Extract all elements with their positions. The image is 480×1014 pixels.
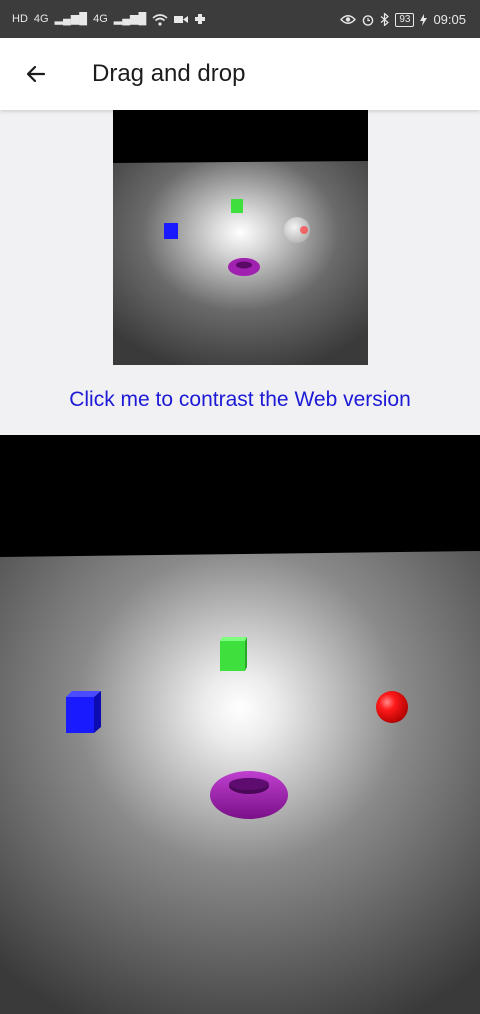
- hd-indicator: HD: [12, 13, 28, 25]
- app-bar: Drag and drop: [0, 38, 480, 110]
- preview-3d-canvas[interactable]: [113, 110, 368, 365]
- bluetooth-icon: [380, 13, 390, 26]
- preview-green-cube[interactable]: [231, 199, 243, 213]
- alarm-icon: [363, 14, 374, 26]
- main-3d-canvas[interactable]: [0, 435, 480, 1014]
- status-right: 93 09:05: [340, 12, 466, 27]
- signal-icon: ▂▄▆█: [54, 13, 88, 25]
- arrow-back-icon: [26, 65, 46, 83]
- green-cube[interactable]: [220, 637, 247, 671]
- status-bar: HD 4G ▂▄▆█ 4G ▂▄▆█ 93 09:05: [0, 0, 480, 38]
- puzzle-icon: [195, 14, 206, 24]
- charging-icon: [420, 13, 428, 26]
- blue-cube[interactable]: [66, 691, 101, 733]
- back-button[interactable]: [14, 52, 58, 96]
- contrast-web-version-link[interactable]: Click me to contrast the Web version: [0, 388, 480, 412]
- preview-blue-cube[interactable]: [164, 223, 178, 239]
- signal-icon-2: ▂▄▆█: [113, 13, 147, 25]
- status-left: HD 4G ▂▄▆█ 4G ▂▄▆█: [12, 12, 206, 26]
- network-type-indicator-2: 4G: [93, 13, 108, 25]
- battery-level: 93: [395, 12, 415, 27]
- eye-icon: [340, 15, 357, 24]
- red-sphere[interactable]: [376, 691, 408, 723]
- wifi-icon: [152, 13, 168, 26]
- clock: 09:05: [433, 12, 466, 27]
- network-type-indicator: 4G: [33, 13, 49, 25]
- video-icon: [174, 15, 189, 23]
- page-title: Drag and drop: [92, 60, 246, 87]
- top-section: Click me to contrast the Web version: [0, 110, 480, 435]
- purple-torus[interactable]: [210, 771, 288, 819]
